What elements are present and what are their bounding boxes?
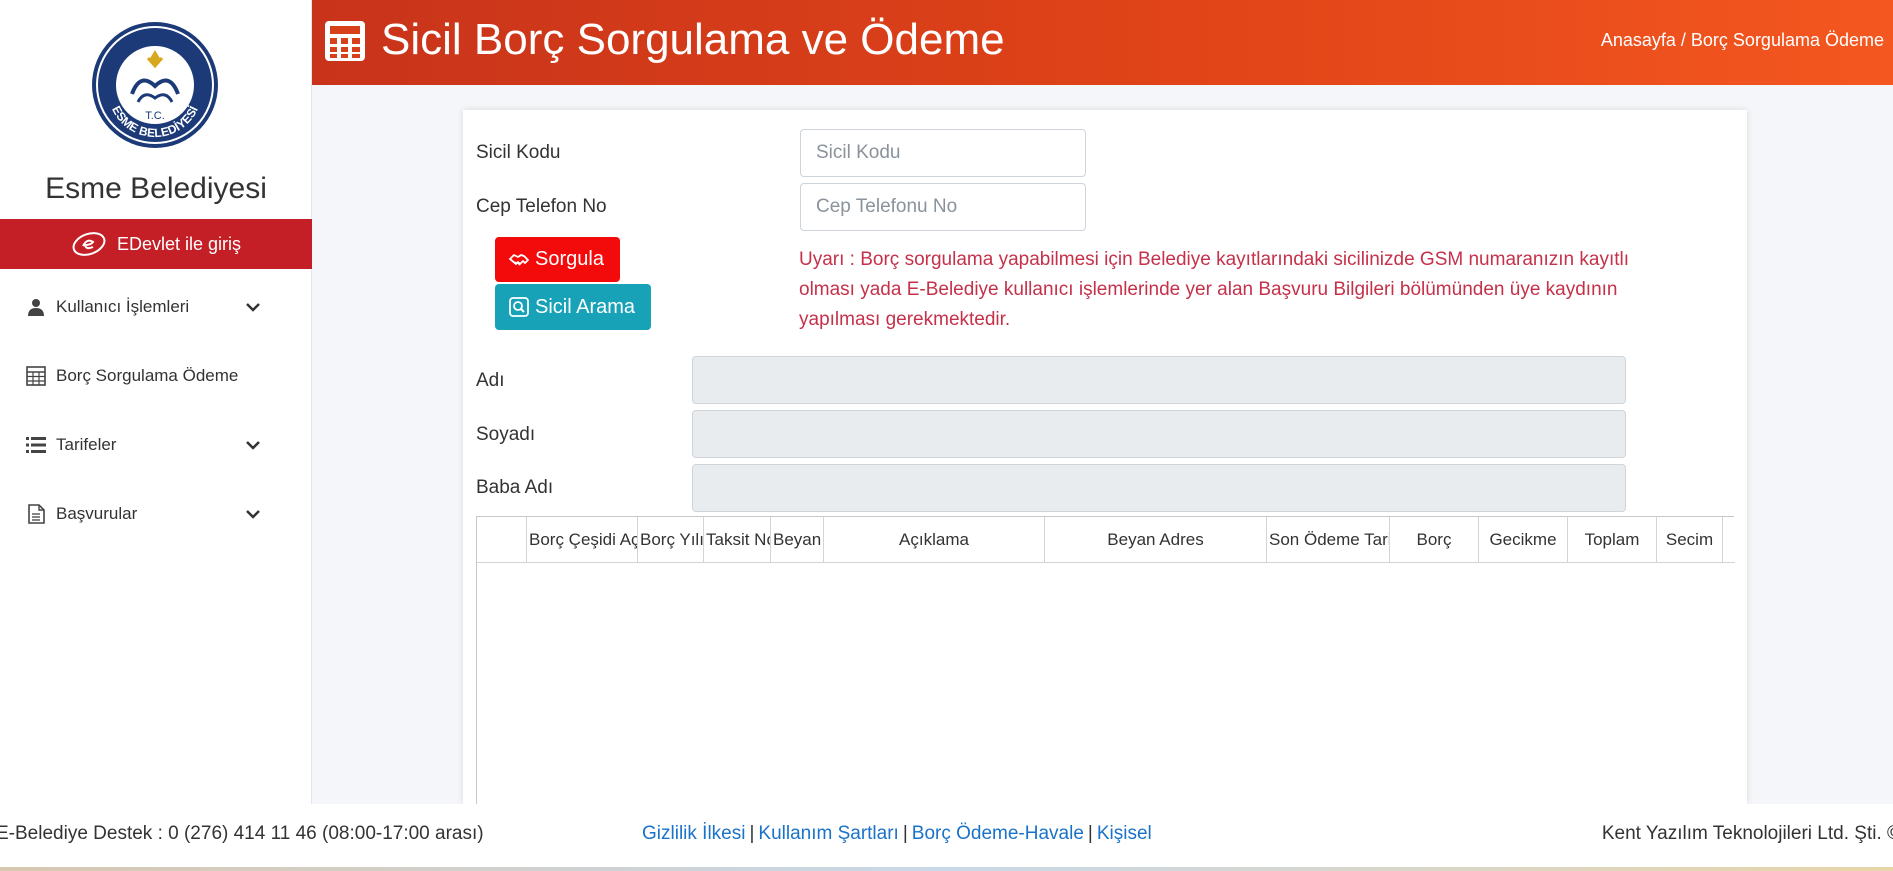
sidebar-item-tarifeler[interactable]: Tarifeler: [0, 410, 312, 479]
chevron-down-icon[interactable]: [244, 436, 262, 454]
page-header: Sicil Borç Sorgulama ve Ödeme Anasayfa /…: [312, 0, 1893, 85]
column-header[interactable]: Toplam: [1568, 517, 1657, 563]
sidebar-item-label: Borç Sorgulama Ödeme: [56, 365, 239, 385]
list-icon: [26, 435, 46, 455]
sorgula-button[interactable]: Sorgula: [495, 237, 620, 282]
column-header[interactable]: Borç: [1390, 517, 1479, 563]
sicil-kodu-label: Sicil Kodu: [476, 142, 561, 163]
sicil-kodu-input[interactable]: [800, 129, 1086, 177]
sidebar-item-label: Başvurular: [56, 503, 138, 523]
chevron-down-icon[interactable]: [244, 505, 262, 523]
debt-table: Borç Çeşidi Açıklama Borç Yılı Taksit No…: [476, 516, 1735, 804]
sidebar-nav: Kullanıcı İşlemleri Borç Sorgulama Ödeme…: [0, 272, 312, 548]
sicil-arama-button[interactable]: Sicil Arama: [495, 284, 652, 330]
payment-transfer-link[interactable]: Borç Ödeme-Havale: [912, 823, 1084, 844]
user-icon: [26, 297, 46, 317]
adi-label: Adı: [476, 370, 505, 391]
debt-table-header: Borç Çeşidi Açıklama Borç Yılı Taksit No…: [477, 517, 1735, 563]
org-name: Esme Belediyesi: [45, 172, 267, 205]
cep-telefon-input[interactable]: [800, 183, 1086, 231]
column-header[interactable]: Taksit No: [704, 517, 771, 563]
municipality-seal-icon[interactable]: T.C. ESME BELEDİYESİ: [90, 20, 220, 150]
column-header[interactable]: [477, 517, 527, 563]
sidebar-item-label: Kullanıcı İşlemleri: [56, 296, 190, 316]
column-header[interactable]: Beyan: [771, 517, 824, 563]
column-header[interactable]: Borç Yılı: [638, 517, 704, 563]
calculator-icon: [325, 21, 365, 61]
handshake-icon: [509, 253, 529, 266]
adi-field: [692, 356, 1626, 404]
calculator-icon: [26, 365, 46, 386]
page-title: Sicil Borç Sorgulama ve Ödeme: [381, 15, 1005, 64]
sidebar-item-label: Tarifeler: [56, 434, 117, 454]
sicil-arama-label: Sicil Arama: [535, 295, 636, 318]
column-header[interactable]: Beyan Adres: [1045, 517, 1267, 563]
support-phone: E-Belediye Destek : 0 (276) 414 11 46 (0…: [0, 823, 484, 844]
edevlet-login-label: EDevlet ile giriş: [116, 233, 242, 254]
sorgula-label: Sorgula: [535, 248, 604, 270]
breadcrumb[interactable]: Anasayfa / Borç Sorgulama Ödeme: [1601, 30, 1884, 51]
sidebar-item-borc-sorgulama[interactable]: Borç Sorgulama Ödeme: [0, 341, 312, 410]
bottom-strip: [0, 867, 1893, 871]
footer-links: Gizlilik İlkesi | Kullanım Şartları | Borç Ö…: [642, 823, 1152, 844]
soyadi-field: [692, 410, 1626, 458]
warning-message: Uyarı : Borç sorgulama yapabilmesi için …: [799, 249, 1629, 330]
privacy-link[interactable]: Gizlilik İlkesi: [642, 823, 745, 844]
sidebar-item-kullanici-islemleri[interactable]: Kullanıcı İşlemleri: [0, 272, 312, 341]
chevron-down-icon[interactable]: [244, 298, 262, 316]
sidebar-item-basvurular[interactable]: Başvurular: [0, 479, 312, 548]
sidebar: T.C. ESME BELEDİYESİ Esme Belediyesi EDe…: [0, 0, 312, 804]
column-header[interactable]: Açıklama: [824, 517, 1045, 563]
seal-text-tc: T.C.: [145, 110, 165, 122]
baba-adi-field: [692, 464, 1626, 512]
edevlet-logo-icon: [72, 232, 106, 256]
query-card: Sicil Kodu Cep Telefon No Sorgula Sicil …: [463, 110, 1747, 804]
cep-telefon-label: Cep Telefon No: [476, 196, 607, 217]
soyadi-label: Soyadı: [476, 424, 536, 445]
baba-adi-label: Baba Adı: [476, 477, 554, 498]
footer: E-Belediye Destek : 0 (276) 414 11 46 (0…: [0, 804, 1893, 867]
document-icon: [26, 503, 46, 524]
edevlet-login-button[interactable]: EDevlet ile giriş: [0, 219, 312, 269]
search-icon: [509, 297, 529, 317]
column-header[interactable]: Secim: [1657, 517, 1723, 563]
company-credit: Kent Yazılım Teknolojileri Ltd. Şti. ©: [1601, 823, 1893, 844]
terms-link[interactable]: Kullanım Şartları: [758, 823, 898, 844]
column-header[interactable]: Borç Çeşidi Açıklama: [527, 517, 638, 563]
column-header[interactable]: Son Ödeme Tarihi: [1267, 517, 1390, 563]
personal-data-link[interactable]: Kişisel: [1097, 823, 1152, 844]
column-header[interactable]: Gecikme: [1479, 517, 1568, 563]
